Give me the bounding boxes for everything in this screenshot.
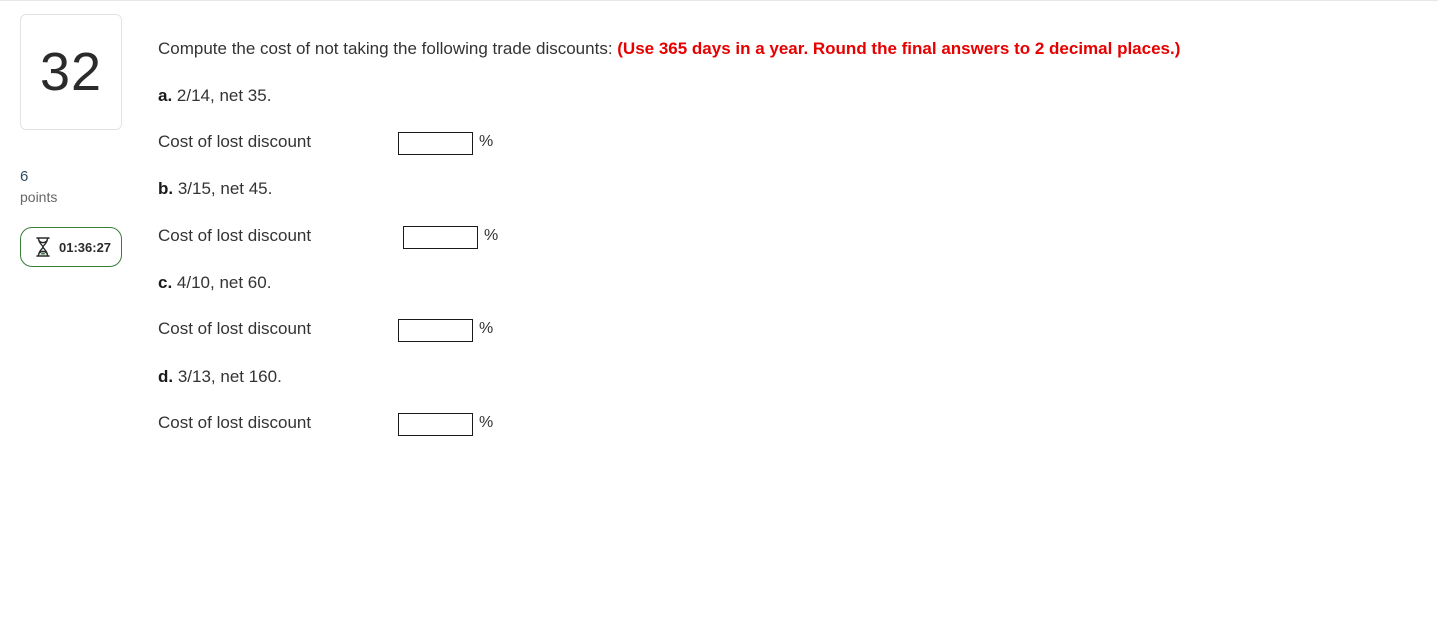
part-c-title: c. 4/10, net 60. (158, 272, 271, 294)
part-letter: b. (158, 179, 174, 198)
part-terms: 4/10, net 60. (172, 273, 272, 292)
question-number-box: 32 (20, 14, 122, 130)
part-a-percent-unit: % (479, 133, 494, 150)
part-terms: 3/15, net 45. (173, 179, 273, 198)
prompt-text: Compute the cost of not taking the follo… (158, 39, 618, 58)
part-d-title: d. 3/13, net 160. (158, 366, 282, 388)
part-d-percent-unit: % (479, 414, 494, 431)
part-letter: a. (158, 86, 173, 105)
part-letter: c. (158, 273, 173, 292)
part-b-title: b. 3/15, net 45. (158, 178, 272, 200)
points-label: points (20, 189, 58, 205)
part-letter: d. (158, 367, 174, 386)
question-number: 32 (39, 42, 103, 102)
part-b-row-label: Cost of lost discount (158, 226, 312, 245)
part-a-row-label: Cost of lost discount (158, 132, 312, 151)
part-c-row-label: Cost of lost discount (158, 319, 312, 338)
part-terms: 3/13, net 160. (173, 367, 282, 386)
question-prompt: Compute the cost of not taking the follo… (158, 38, 1180, 60)
timer-text: 01:36:27 (59, 239, 112, 255)
part-b-percent-unit: % (484, 227, 499, 244)
part-b-answer-input[interactable] (403, 226, 478, 249)
timer-badge[interactable]: 01:36:27 (20, 227, 122, 267)
part-d-answer-input[interactable] (398, 413, 473, 436)
part-a-answer-input[interactable] (398, 132, 473, 155)
part-a-title: a. 2/14, net 35. (158, 85, 271, 107)
points-value: 6 (20, 168, 29, 185)
part-d-row-label: Cost of lost discount (158, 413, 312, 432)
part-c-percent-unit: % (479, 320, 494, 337)
part-terms: 2/14, net 35. (172, 86, 272, 105)
top-divider (0, 0, 1438, 1)
prompt-instruction: (Use 365 days in a year. Round the final… (617, 39, 1181, 58)
hourglass-icon (35, 237, 51, 257)
part-c-answer-input[interactable] (398, 319, 473, 342)
